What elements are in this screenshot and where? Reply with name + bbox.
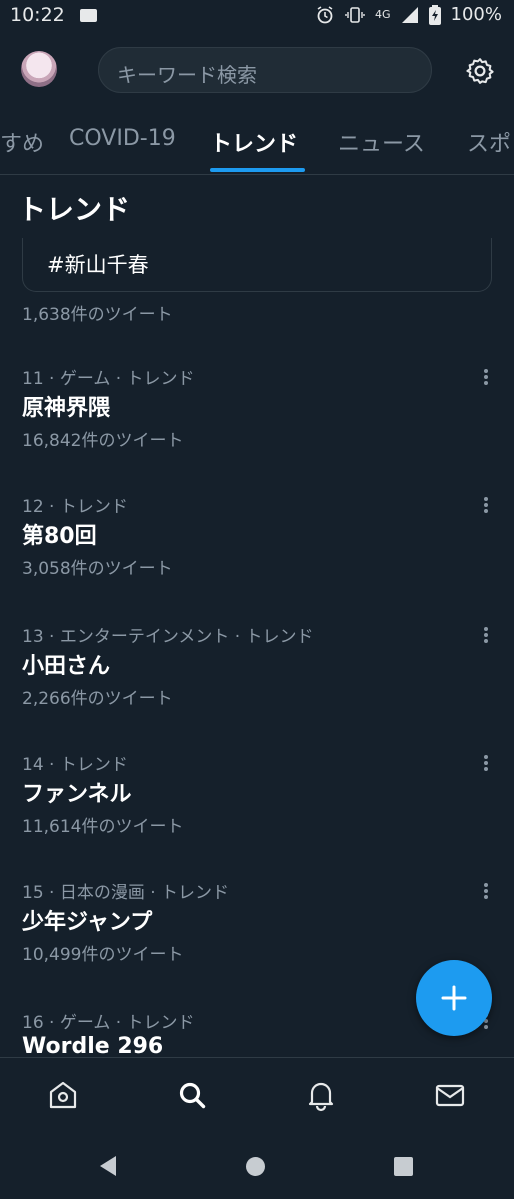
status-time: 10:22 bbox=[10, 4, 65, 26]
trend-item[interactable]: 13 · エンターテインメント · トレンド 小田さん 2,266件のツイート bbox=[0, 622, 514, 742]
active-tab-indicator bbox=[210, 168, 305, 172]
gear-icon[interactable] bbox=[465, 56, 495, 86]
search-icon[interactable] bbox=[175, 1078, 209, 1112]
search-placeholder: キーワード検索 bbox=[117, 63, 257, 87]
tab-trends[interactable]: トレンド bbox=[210, 126, 298, 158]
vibrate-icon bbox=[345, 6, 365, 23]
trend-name: Wordle 296 bbox=[22, 1034, 164, 1059]
trend-meta: 14 · トレンド bbox=[22, 755, 128, 775]
trend-count: 16,842件のツイート bbox=[22, 431, 184, 451]
promoted-trend-label: #新山千春 bbox=[47, 253, 149, 277]
tab-recommended[interactable]: すめ bbox=[0, 126, 44, 158]
bottom-nav bbox=[0, 1057, 514, 1134]
recents-icon[interactable] bbox=[394, 1157, 413, 1176]
bell-icon[interactable] bbox=[304, 1078, 338, 1112]
trend-count: 11,614件のツイート bbox=[22, 817, 184, 837]
trend-count: 2,266件のツイート bbox=[22, 689, 173, 709]
network-type: 4G bbox=[375, 8, 391, 21]
trend-count: 3,058件のツイート bbox=[22, 559, 173, 579]
top-bar: キーワード検索 bbox=[0, 40, 514, 104]
trend-name: 第80回 bbox=[22, 524, 97, 549]
status-bar: 10:22 4G 100% bbox=[0, 0, 514, 34]
more-options-icon[interactable] bbox=[478, 624, 494, 646]
trend-name: ファンネル bbox=[22, 782, 132, 807]
home-circle-icon[interactable] bbox=[246, 1157, 265, 1176]
trend-meta: 11 · ゲーム · トレンド bbox=[22, 369, 195, 389]
more-options-icon[interactable] bbox=[478, 366, 494, 388]
trend-meta: 15 · 日本の漫画 · トレンド bbox=[22, 883, 230, 903]
avatar[interactable] bbox=[21, 51, 57, 87]
promoted-trend-card[interactable]: #新山千春 bbox=[22, 238, 492, 292]
trend-item[interactable]: 14 · トレンド ファンネル 11,614件のツイート bbox=[0, 750, 514, 870]
search-input[interactable]: キーワード検索 bbox=[98, 47, 432, 93]
trend-name: 原神界隈 bbox=[22, 396, 111, 421]
mail-icon[interactable] bbox=[433, 1078, 467, 1112]
more-options-icon[interactable] bbox=[478, 880, 494, 902]
trend-meta: 16 · ゲーム · トレンド bbox=[22, 1013, 195, 1033]
back-icon[interactable] bbox=[98, 1155, 118, 1177]
alarm-icon bbox=[317, 5, 333, 23]
plus-icon bbox=[441, 985, 467, 1011]
battery-icon bbox=[428, 4, 441, 25]
trend-item[interactable]: 11 · ゲーム · トレンド 原神界隈 16,842件のツイート bbox=[0, 364, 514, 484]
promoted-trend-count: 1,638件のツイート bbox=[22, 305, 173, 325]
home-icon[interactable] bbox=[46, 1078, 80, 1112]
tab-sports[interactable]: スポ bbox=[467, 126, 511, 158]
trend-meta: 13 · エンターテインメント · トレンド bbox=[22, 627, 314, 647]
trend-item[interactable]: 12 · トレンド 第80回 3,058件のツイート bbox=[0, 492, 514, 612]
tab-news[interactable]: ニュース bbox=[338, 126, 425, 158]
explore-tabs: すめ COVID-19 トレンド ニュース スポ bbox=[0, 108, 514, 175]
mail-icon bbox=[80, 9, 97, 22]
tab-covid19[interactable]: COVID-19 bbox=[69, 126, 176, 151]
trend-meta: 12 · トレンド bbox=[22, 497, 128, 517]
more-options-icon[interactable] bbox=[478, 752, 494, 774]
battery-level: 100% bbox=[450, 4, 502, 25]
trend-name: 少年ジャンプ bbox=[22, 910, 153, 935]
section-title: トレンド bbox=[18, 193, 131, 226]
system-nav-bar bbox=[0, 1133, 514, 1199]
trend-name: 小田さん bbox=[22, 654, 111, 679]
more-options-icon[interactable] bbox=[478, 494, 494, 516]
status-right: 4G 100% bbox=[315, 4, 502, 25]
compose-tweet-button[interactable] bbox=[416, 960, 492, 1036]
signal-icon bbox=[401, 6, 418, 23]
trend-count: 10,499件のツイート bbox=[22, 945, 184, 965]
